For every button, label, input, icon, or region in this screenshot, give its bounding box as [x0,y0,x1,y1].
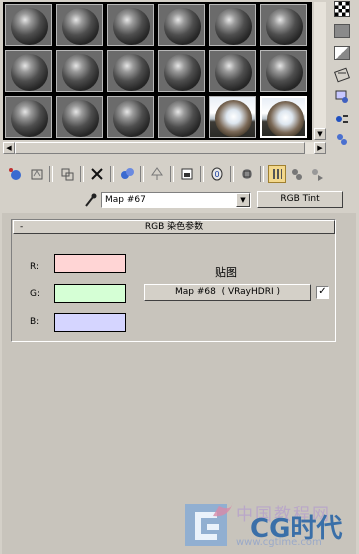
green-color-swatch[interactable] [54,284,126,303]
sample-horizontal-scrollbar[interactable]: ◀ ▶ [3,142,326,154]
sample-slot[interactable] [158,96,205,138]
sample-slot[interactable] [209,50,256,92]
options-icon[interactable] [332,110,352,128]
cgtime-logo [183,498,235,550]
sample-slot[interactable] [260,4,307,46]
green-label: G: [30,289,41,299]
sample-slot[interactable] [107,96,154,138]
pick-material-eyedropper-icon[interactable] [84,192,98,208]
svg-text:0: 0 [215,170,220,179]
red-label: R: [30,262,40,272]
sample-slot[interactable] [5,50,52,92]
sample-slot[interactable] [209,4,256,46]
watermark-url: www.cgtime.com [236,537,322,548]
rollout-title: RGB 染色参数 [144,222,204,232]
map-name-field[interactable]: Map #67 ▼ [101,192,251,208]
go-forward-icon[interactable] [308,165,326,183]
sample-slot[interactable] [56,4,103,46]
sample-slot[interactable] [56,96,103,138]
go-to-parent-icon[interactable] [148,165,166,183]
rollout-header[interactable]: - RGB 染色参数 [13,220,335,234]
material-sphere-preview [266,54,303,91]
make-preview-icon[interactable] [332,88,352,106]
material-sphere-preview [267,101,304,136]
sample-slot[interactable] [158,50,205,92]
sample-slot[interactable] [209,96,256,138]
material-sphere-preview [113,54,150,91]
red-color-swatch[interactable] [54,254,126,273]
material-sphere-preview [215,8,252,45]
material-sphere-preview [164,8,201,45]
material-sphere-preview [215,54,252,91]
get-material-icon[interactable] [6,165,24,183]
sample-slot[interactable] [5,4,52,46]
put-to-library-icon[interactable] [178,165,196,183]
material-sphere-preview [62,8,99,45]
put-to-scene-icon[interactable] [28,165,46,183]
blue-label: B: [30,317,40,327]
sample-vertical-scrollbar[interactable]: ▼ [314,2,326,140]
material-sphere-preview [62,54,99,91]
map-heading: 贴图 [215,266,237,279]
sample-slot[interactable] [260,50,307,92]
map-name-text: Map #67 [105,195,146,205]
material-id-channel-icon[interactable]: 0 [208,165,226,183]
scroll-right-button[interactable]: ▶ [314,142,326,154]
assign-to-selection-icon[interactable] [58,165,76,183]
material-sphere-preview [11,54,48,91]
make-unique-icon[interactable] [118,165,136,183]
chevron-down-icon[interactable]: ▼ [236,193,250,207]
go-to-sibling-icon[interactable] [288,165,306,183]
sample-slot[interactable] [107,4,154,46]
material-editor-toolbar: 0 [4,163,354,185]
sample-slot-grid [3,2,312,140]
material-sphere-preview [113,8,150,45]
material-sphere-preview [113,100,150,137]
map-enable-checkbox[interactable]: ✓ [316,286,329,299]
sample-uv-tiling-icon[interactable] [332,44,352,62]
scroll-left-button[interactable]: ◀ [3,142,15,154]
material-sphere-preview [164,100,201,137]
backlight-icon[interactable] [332,22,352,40]
sample-slot[interactable] [158,4,205,46]
show-end-result-icon[interactable] [268,165,286,183]
sample-slot[interactable] [260,96,307,138]
delete-icon[interactable] [88,165,106,183]
material-sphere-preview [62,100,99,137]
collapse-indicator: - [20,222,24,232]
map-type-button[interactable]: RGB Tint [257,191,343,208]
sample-slot[interactable] [56,50,103,92]
material-sphere-preview [11,100,48,137]
show-map-icon[interactable] [238,165,256,183]
video-color-check-icon[interactable] [332,66,352,84]
sample-slot[interactable] [107,50,154,92]
select-by-material-icon[interactable] [332,130,352,148]
blue-color-swatch[interactable] [54,313,126,332]
material-sphere-preview [215,100,252,137]
scroll-down-button[interactable]: ▼ [314,128,326,140]
scroll-thumb[interactable] [15,142,305,154]
material-sphere-preview [164,54,201,91]
map-slot-button[interactable]: Map #68 ( VRayHDRI ) [144,284,311,301]
material-sphere-preview [11,8,48,45]
material-sphere-preview [266,8,303,45]
sample-slot[interactable] [5,96,52,138]
background-checker-icon[interactable] [332,0,352,18]
